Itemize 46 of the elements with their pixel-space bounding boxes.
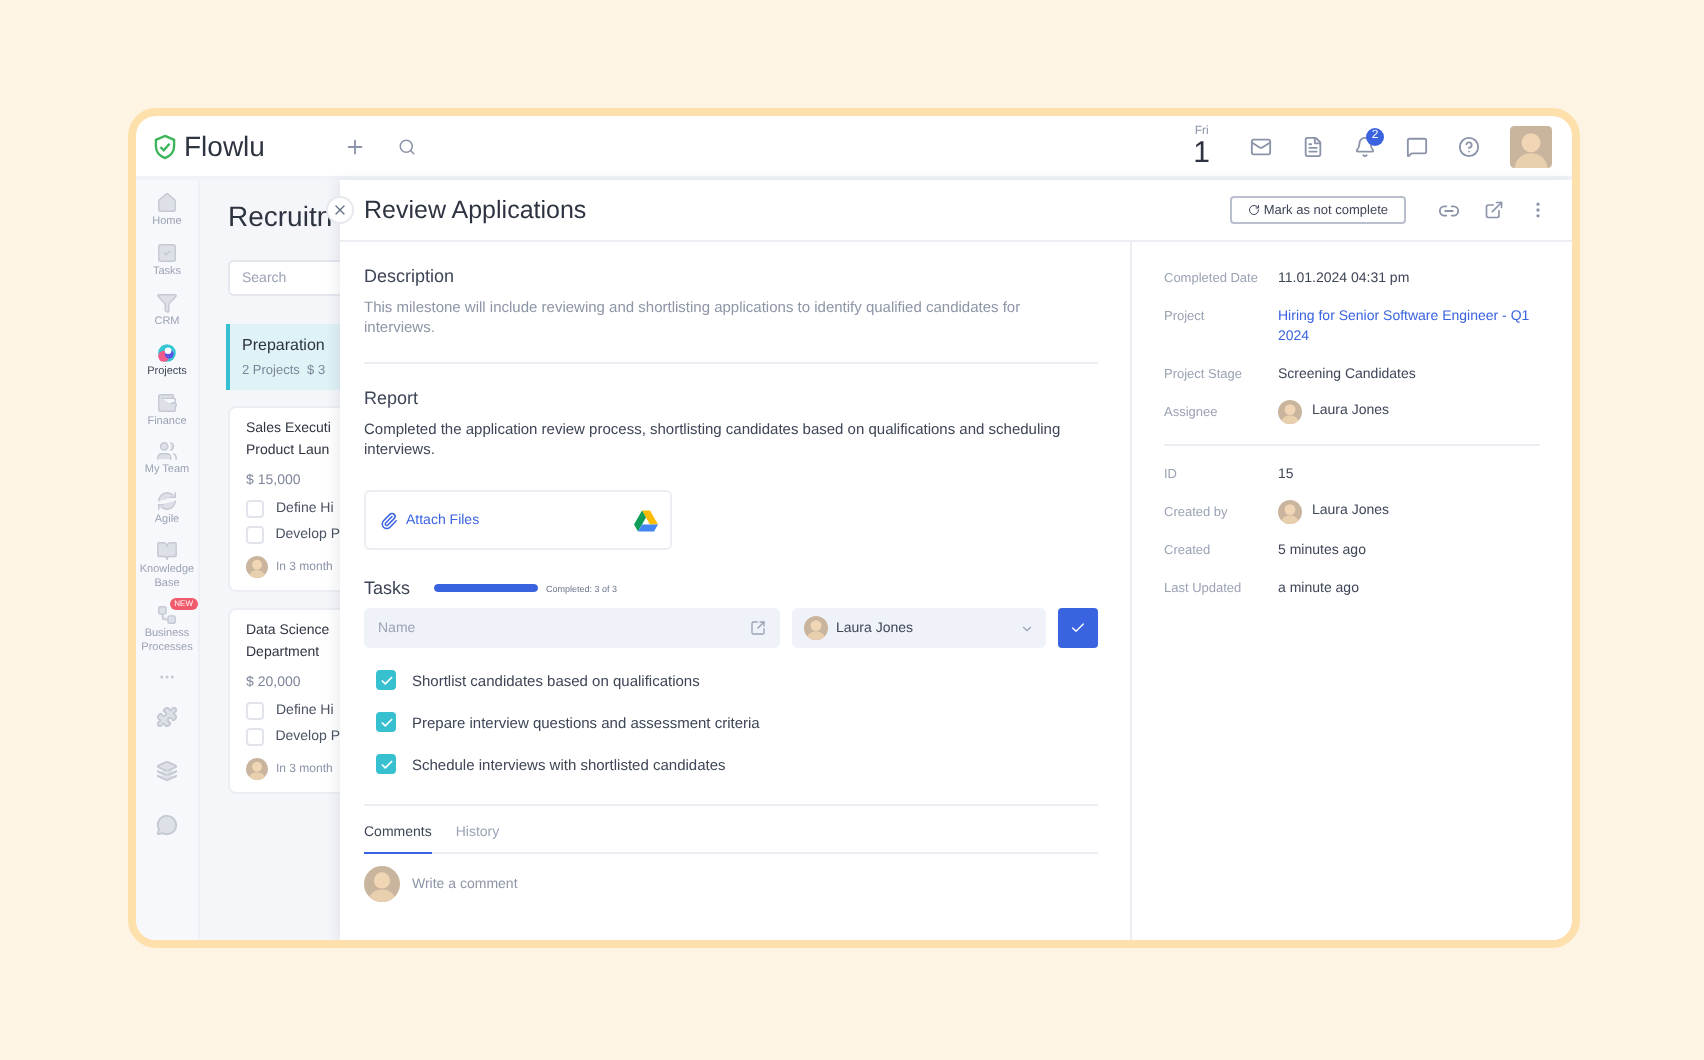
- user-avatar[interactable]: [1510, 125, 1552, 167]
- section-heading: Tasks: [364, 578, 411, 598]
- checkbox[interactable]: [376, 754, 396, 774]
- projects-icon: [156, 341, 178, 364]
- workflow-icon: [156, 603, 178, 626]
- refresh-icon: [1247, 204, 1260, 216]
- progress-bar: [434, 584, 539, 592]
- checkbox[interactable]: [376, 712, 396, 732]
- avatar: [364, 866, 400, 902]
- section-heading: Description: [364, 266, 457, 286]
- book-icon: [156, 540, 178, 563]
- chat-bubble-icon[interactable]: [156, 813, 178, 836]
- checkbox[interactable]: [376, 670, 396, 690]
- puzzle-icon[interactable]: [156, 705, 178, 728]
- chat-icon[interactable]: [1406, 135, 1428, 157]
- wallet-icon: [156, 391, 178, 413]
- close-icon[interactable]: [332, 202, 348, 218]
- confirm-button[interactable]: [1058, 608, 1098, 648]
- help-icon[interactable]: [1458, 135, 1480, 157]
- cycle-icon: [156, 490, 178, 513]
- layers-icon[interactable]: [156, 759, 178, 782]
- search-icon[interactable]: [398, 137, 416, 155]
- mail-icon[interactable]: [1250, 135, 1272, 157]
- check-icon: [1070, 620, 1086, 636]
- avatar: [246, 556, 268, 578]
- logo-icon: [152, 133, 178, 159]
- calendar-date: 1: [1193, 137, 1210, 167]
- panel-title: Review Applications: [364, 196, 589, 224]
- home-icon: [156, 192, 178, 214]
- filter-icon: [156, 291, 178, 314]
- add-icon[interactable]: [344, 135, 366, 157]
- logo-text: Flowlu: [184, 130, 265, 162]
- section-heading: Report: [364, 388, 421, 408]
- avatar: [1278, 500, 1302, 524]
- avatar: [1278, 400, 1302, 424]
- board-title: Recruitn: [228, 200, 335, 232]
- avatar: [246, 758, 268, 780]
- tasks-icon: [156, 241, 178, 264]
- people-icon: [156, 440, 178, 463]
- open-icon[interactable]: [750, 620, 766, 636]
- notes-icon[interactable]: [1302, 135, 1324, 157]
- paperclip-icon: [380, 511, 398, 529]
- external-link-icon[interactable]: [1484, 200, 1504, 220]
- avatar: [804, 616, 828, 640]
- drive-icon[interactable]: [634, 509, 658, 531]
- chevron-down-icon: [1020, 621, 1034, 635]
